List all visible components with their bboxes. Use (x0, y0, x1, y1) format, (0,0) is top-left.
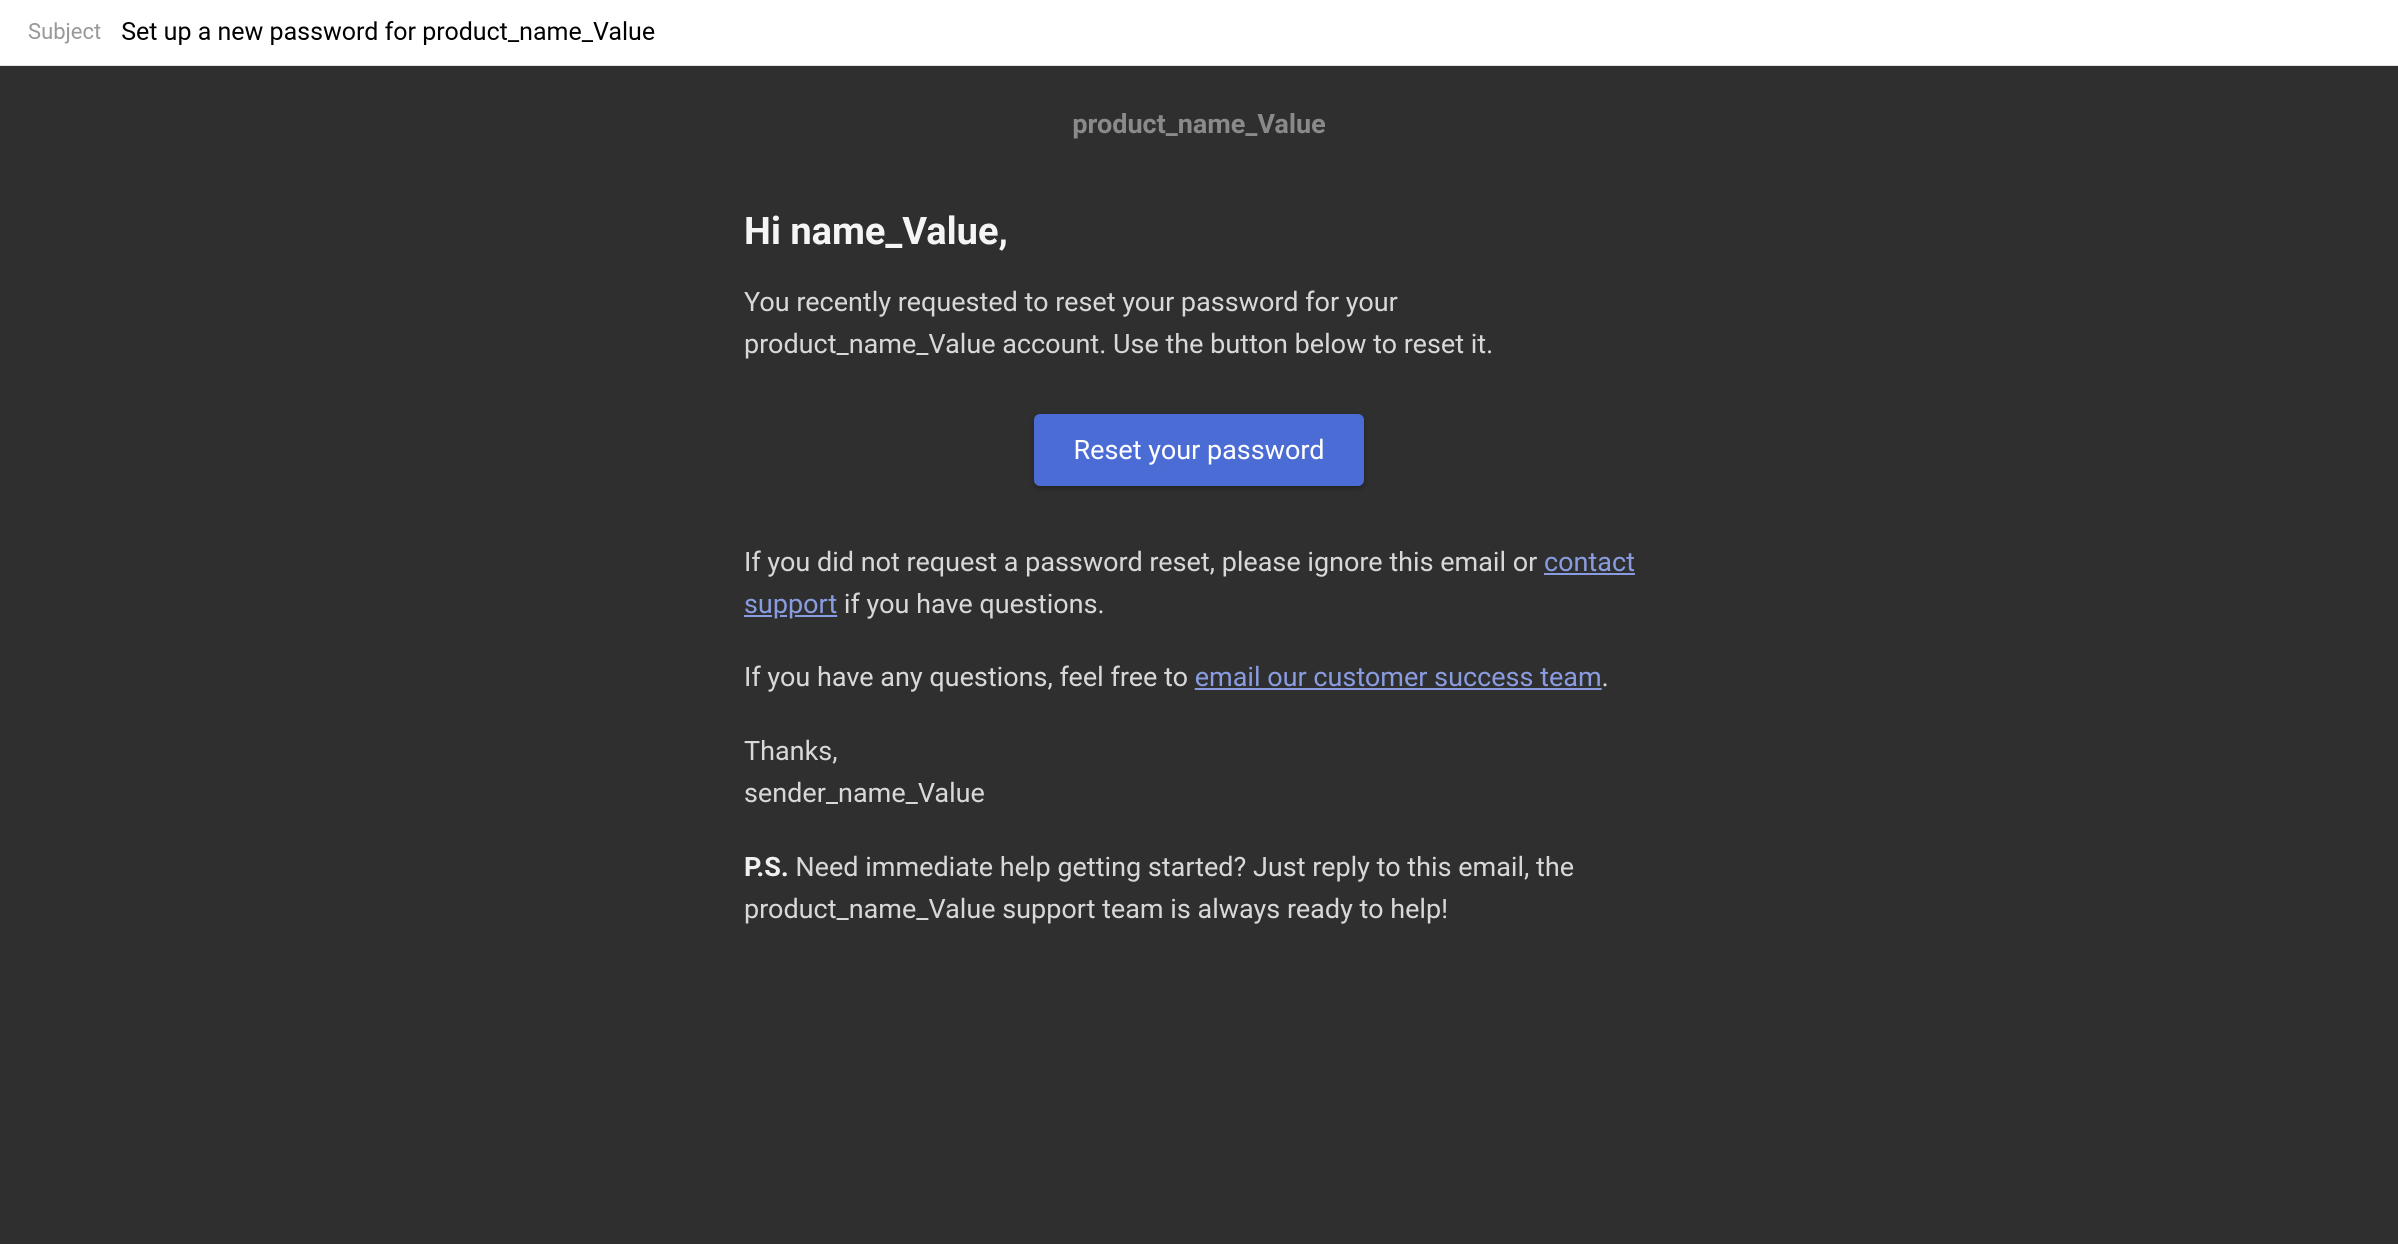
ps-label: P.S. (744, 851, 789, 883)
button-wrap: Reset your password (744, 414, 1654, 486)
email-content: Hi name_Value, You recently requested to… (744, 210, 1654, 991)
product-header: product_name_Value (744, 66, 1654, 210)
intro-text: You recently requested to reset your pas… (744, 282, 1654, 366)
product-name: product_name_Value (744, 108, 1654, 140)
ignore-post: if you have questions. (837, 588, 1104, 620)
greeting: Hi name_Value, (744, 210, 1654, 254)
email-body: product_name_Value Hi name_Value, You re… (0, 66, 2398, 1244)
subject-label: Subject (28, 20, 101, 45)
success-team-link[interactable]: email our customer success team (1195, 661, 1602, 693)
ps-text: Need immediate help getting started? Jus… (744, 851, 1574, 925)
thanks-text: Thanks, (744, 735, 838, 767)
signoff: Thanks, sender_name_Value (744, 731, 1654, 815)
reset-password-button[interactable]: Reset your password (1034, 414, 1365, 486)
questions-post: . (1602, 661, 1609, 693)
questions-text: If you have any questions, feel free to … (744, 657, 1654, 699)
sender-name: sender_name_Value (744, 777, 985, 809)
email-container: product_name_Value Hi name_Value, You re… (744, 66, 1654, 991)
questions-pre: If you have any questions, feel free to (744, 661, 1195, 693)
ps-block: P.S. Need immediate help getting started… (744, 847, 1654, 931)
ignore-pre: If you did not request a password reset,… (744, 546, 1544, 578)
subject-bar: Subject Set up a new password for produc… (0, 0, 2398, 66)
subject-value: Set up a new password for product_name_V… (121, 18, 655, 47)
ignore-text: If you did not request a password reset,… (744, 542, 1654, 626)
